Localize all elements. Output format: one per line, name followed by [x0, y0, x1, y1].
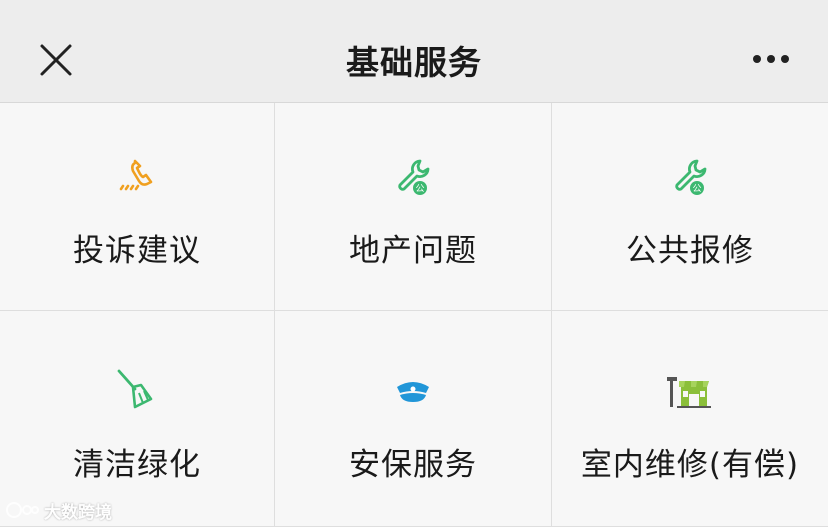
service-complaint[interactable]: 投诉建议	[0, 103, 275, 311]
header-bar: 基础服务	[0, 0, 828, 103]
security-cap-icon	[397, 382, 429, 402]
service-label: 公共报修	[626, 233, 754, 269]
watermark-logo-icon	[6, 502, 39, 518]
wrench-public-icon: 公	[675, 159, 707, 195]
svg-text:公: 公	[692, 184, 701, 195]
service-grid: 投诉建议 公 地产问题 公 公共报修 清洁绿化 安保服务 室内维修(有偿)	[0, 103, 828, 527]
service-label: 清洁绿化	[73, 447, 201, 483]
broom-icon	[117, 369, 153, 409]
page: 基础服务 投诉建议 公 地产问题 公 公共报修 清洁绿化 安保服务 室内维修(有…	[0, 0, 828, 527]
service-indoor-repair[interactable]: 室内维修(有偿)	[552, 311, 828, 527]
phone-call-icon	[119, 159, 153, 191]
service-public-repair[interactable]: 公 公共报修	[552, 103, 828, 311]
wrench-public-icon: 公	[398, 159, 430, 195]
service-label: 地产问题	[349, 233, 477, 269]
service-label: 室内维修(有偿)	[580, 447, 800, 483]
watermark: 大数跨境	[6, 497, 112, 523]
service-label: 安保服务	[349, 447, 477, 483]
shop-repair-icon	[667, 377, 711, 408]
more-button[interactable]	[748, 48, 794, 70]
service-property[interactable]: 公 地产问题	[275, 103, 552, 311]
service-security[interactable]: 安保服务	[275, 311, 552, 527]
more-horizontal-icon	[753, 55, 789, 63]
watermark-text: 大数跨境	[44, 502, 112, 523]
service-label: 投诉建议	[73, 233, 201, 269]
page-title: 基础服务	[346, 43, 482, 82]
service-cleaning[interactable]: 清洁绿化	[0, 311, 275, 527]
svg-text:公: 公	[415, 184, 424, 195]
